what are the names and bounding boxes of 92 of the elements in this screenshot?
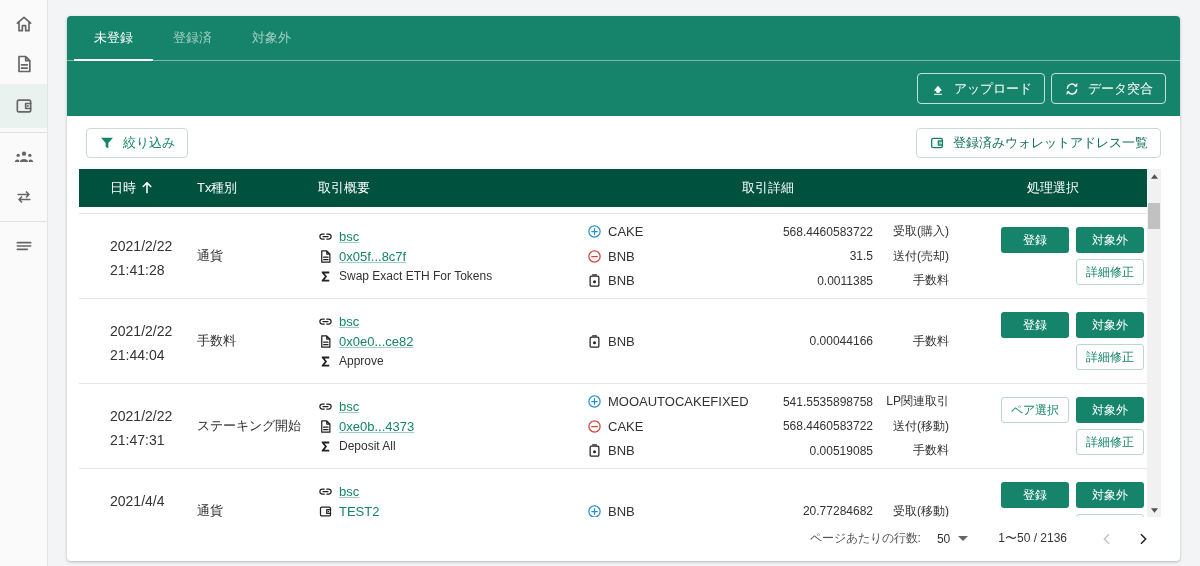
token-text: BNB	[608, 333, 636, 349]
wallet-list-button[interactable]: 登録済みウォレットアドレス一覧	[916, 128, 1161, 158]
action-button[interactable]: 詳細修正	[1076, 429, 1144, 455]
category-text: 受取(移動)	[892, 502, 949, 517]
time-text: 21:44:04	[110, 346, 166, 365]
fuel-canister-icon	[587, 443, 602, 458]
tab[interactable]: 対象外	[232, 16, 311, 61]
token-text: BNB	[608, 503, 636, 517]
time-text: 21:41:28	[110, 261, 166, 280]
category-text: 受取(購入)	[892, 223, 949, 240]
rows-per-page-label: ページあたりの行数:	[809, 530, 921, 547]
tx-type-text: 通貨	[197, 503, 223, 517]
action-button[interactable]: 対象外	[1076, 482, 1144, 508]
token-text: BNB	[608, 273, 636, 288]
scroll-up-arrow-icon[interactable]	[1150, 173, 1158, 179]
column-header: 処理選択	[1027, 179, 1079, 197]
chain-link[interactable]: bsc	[339, 398, 360, 414]
amount-text: 0.0011385	[816, 273, 873, 288]
tab[interactable]: 未登録	[74, 16, 153, 61]
category-text: 送付(売却)	[892, 247, 949, 265]
method-text: Swap Exact ETH For Tokens	[339, 269, 493, 283]
filter-button[interactable]: 絞り込み	[86, 128, 188, 158]
fuel-canister-icon	[587, 273, 602, 288]
sync-button[interactable]: データ突合	[1051, 73, 1166, 104]
document-icon	[318, 418, 333, 434]
tx-hash-link[interactable]: 0x05f...8c7f	[339, 248, 407, 264]
scrollbar[interactable]	[1147, 169, 1161, 517]
column-header: 取引概要	[318, 179, 370, 197]
filter-icon	[99, 135, 115, 151]
minus-circle-icon	[587, 418, 602, 434]
action-button[interactable]: 対象外	[1076, 397, 1144, 423]
action-button[interactable]: 登録	[1001, 227, 1069, 253]
token-text: CAKE	[608, 224, 645, 239]
action-button[interactable]: 対象外	[1076, 312, 1144, 338]
tx-type-text: 手数料	[197, 333, 236, 348]
fuel-canister-icon	[587, 333, 602, 349]
amount-text: 31.5	[848, 249, 873, 263]
token-text: CAKE	[608, 418, 645, 434]
scroll-down-arrow-icon[interactable]	[1150, 507, 1158, 513]
date-text: 2021/2/22	[110, 322, 174, 341]
token-text: MOOAUTOCAKEFIXED	[608, 394, 750, 409]
tx-type-text: ステーキング開始	[197, 418, 301, 433]
amount-text: 20.77284682	[801, 504, 873, 517]
document-icon	[318, 248, 333, 264]
category-text: 送付(移動)	[892, 417, 949, 435]
caret-icon	[958, 536, 969, 541]
wallet-icon	[929, 135, 945, 151]
action-button[interactable]: 登録	[1001, 312, 1069, 338]
date-text: 2021/4/4	[110, 492, 166, 511]
amount-text: 568.4460583722	[781, 419, 873, 433]
date-text: 2021/2/22	[110, 407, 174, 426]
category-text: 手数料	[912, 442, 949, 459]
tx-hash-link[interactable]: 0xe0b...4373	[339, 418, 415, 434]
amount-text: 0.00044166	[808, 334, 873, 348]
method-text: Approve	[339, 354, 384, 368]
tx-type-text: 通貨	[197, 248, 223, 263]
time-text: 21:47:31	[110, 431, 166, 450]
category-text: 手数料	[912, 332, 949, 350]
rows-per-page-select[interactable]: 50	[932, 531, 973, 546]
method-text: Deposit All	[339, 439, 396, 453]
token-text: BNB	[608, 443, 636, 458]
plus-circle-icon	[587, 394, 602, 409]
column-header: 取引詳細	[742, 179, 794, 197]
category-text: 手数料	[912, 272, 949, 289]
scrollbar-thumb[interactable]	[1148, 203, 1160, 229]
page-range-text: 1〜50 / 2136	[998, 530, 1067, 547]
column-header[interactable]: 日時	[110, 179, 136, 197]
chain-link[interactable]: bsc	[339, 228, 360, 244]
amount-text: 0.00519085	[808, 443, 873, 458]
wallet-icon	[318, 503, 333, 517]
tab[interactable]: 登録済	[153, 16, 232, 61]
tx-hash-link[interactable]: 0x0e0...ce82	[339, 333, 414, 349]
wallet-name-link[interactable]: TEST2	[339, 503, 380, 517]
amount-text: 541.5535898758	[781, 394, 873, 409]
date-text: 2021/2/22	[110, 237, 174, 256]
category-text: LP関連取引	[885, 393, 949, 410]
action-button[interactable]: 詳細修正	[1076, 344, 1144, 370]
sidebar-item[interactable]	[0, 84, 47, 128]
sync-icon	[1064, 80, 1080, 97]
chain-link[interactable]: bsc	[339, 313, 360, 329]
action-button[interactable]: 登録	[1001, 482, 1069, 508]
upload-button[interactable]: アップロード	[917, 73, 1045, 104]
chain-link[interactable]: bsc	[339, 483, 360, 499]
document-icon	[318, 333, 333, 349]
action-button[interactable]: ペア選択	[1001, 397, 1069, 423]
minus-circle-icon	[587, 248, 602, 264]
token-text: BNB	[608, 248, 636, 264]
action-button[interactable]: 詳細修正	[1076, 259, 1144, 285]
action-button[interactable]: 対象外	[1076, 227, 1144, 253]
plus-circle-icon	[587, 224, 602, 239]
column-header: Tx種別	[197, 179, 238, 197]
amount-text: 568.4460583722	[781, 224, 873, 239]
